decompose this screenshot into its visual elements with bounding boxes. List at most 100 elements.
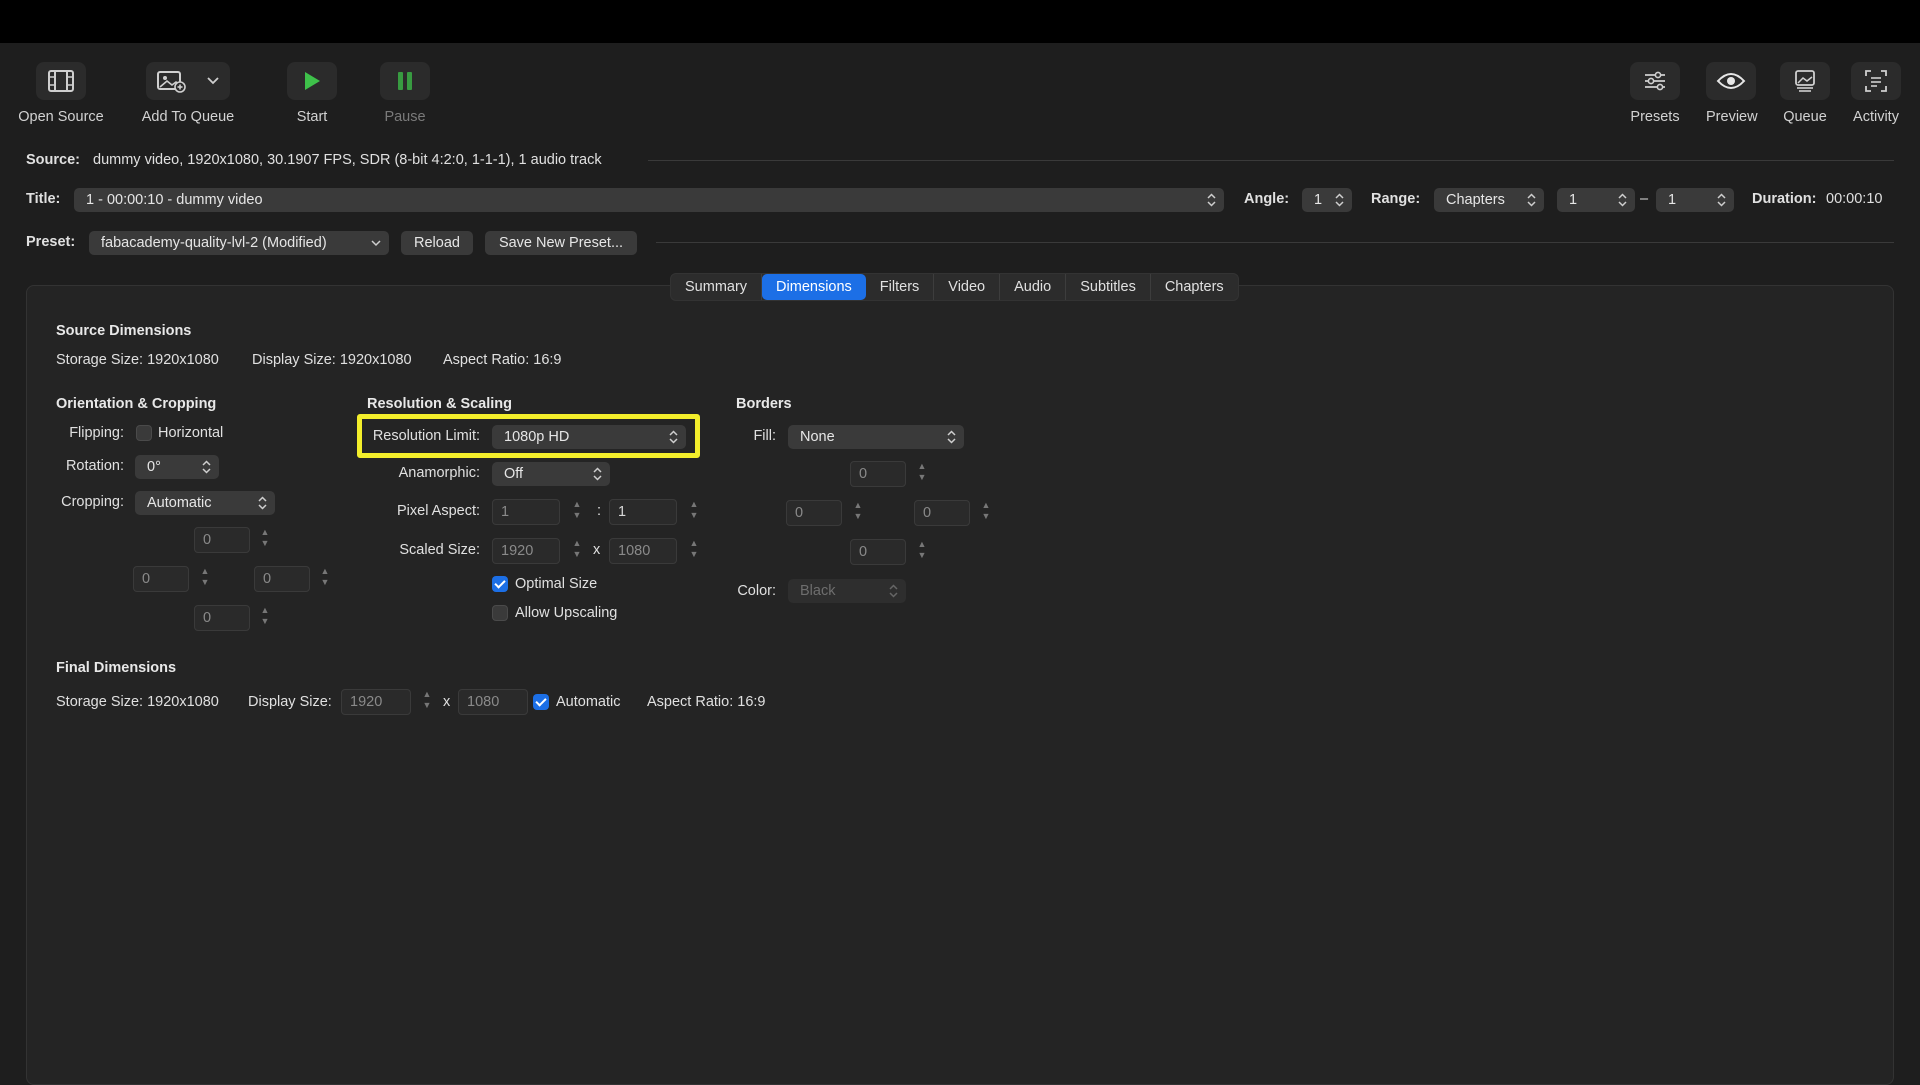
final-aspect-ratio: Aspect Ratio: 16:9 — [647, 694, 766, 710]
chevron-down-icon — [371, 231, 381, 255]
border-color-select[interactable]: Black — [788, 579, 906, 603]
range-type-value: Chapters — [1446, 192, 1505, 208]
fill-label: Fill: — [753, 428, 776, 444]
presets-button[interactable]: Presets — [1630, 62, 1680, 125]
crop-top-stepper[interactable]: ▲ ▼ — [258, 527, 272, 553]
range-dash: – — [1640, 191, 1649, 207]
border-top-field[interactable]: 0 — [850, 461, 906, 487]
border-bottom-field[interactable]: 0 — [850, 539, 906, 565]
scaled-height-stepper[interactable]: ▲ ▼ — [687, 538, 701, 564]
tab-subtitles[interactable]: Subtitles — [1066, 274, 1151, 300]
display-width-field[interactable]: 1920 — [341, 689, 411, 715]
updown-chevron-icon — [202, 455, 211, 479]
updown-chevron-icon — [1717, 188, 1726, 212]
automatic-label: Automatic — [556, 694, 621, 710]
preview-button[interactable]: Preview — [1706, 62, 1758, 125]
fill-select-value: None — [800, 429, 835, 445]
source-aspect-ratio: Aspect Ratio: 16:9 — [443, 352, 562, 368]
source-display-size: Display Size: 1920x1080 — [252, 352, 412, 368]
pause-button[interactable]: Pause — [380, 62, 430, 125]
preview-label: Preview — [1706, 109, 1758, 125]
crop-bottom-stepper[interactable]: ▲ ▼ — [258, 605, 272, 631]
pixel-aspect-height-field[interactable]: 1 — [609, 499, 677, 525]
angle-select[interactable]: 1 — [1302, 188, 1352, 212]
activity-button[interactable]: Activity — [1851, 62, 1901, 125]
tab-bar: Summary Dimensions Filters Video Audio S… — [670, 273, 1239, 301]
scaled-height-field[interactable]: 1080 — [609, 538, 677, 564]
fill-select[interactable]: None — [788, 425, 964, 449]
crop-left-stepper[interactable]: ▲ ▼ — [198, 566, 212, 592]
horizontal-flip-checkbox[interactable] — [136, 425, 152, 441]
pixel-aspect-width-stepper[interactable]: ▲ ▼ — [570, 499, 584, 525]
crop-right-field[interactable]: 0 — [254, 566, 310, 592]
add-to-queue-button[interactable]: Add To Queue — [138, 62, 238, 125]
dimensions-panel — [26, 285, 1894, 1085]
pixel-aspect-width-field[interactable]: 1 — [492, 499, 560, 525]
display-size-separator: x — [443, 694, 451, 710]
tab-audio[interactable]: Audio — [1000, 274, 1067, 300]
border-right-field[interactable]: 0 — [914, 500, 970, 526]
eye-icon — [1706, 62, 1756, 100]
automatic-checkbox[interactable] — [533, 694, 549, 710]
pixel-aspect-separator: : — [597, 503, 602, 519]
preset-select[interactable]: fabacademy-quality-lvl-2 (Modified) — [89, 231, 389, 255]
crop-left-field[interactable]: 0 — [133, 566, 189, 592]
border-color-value: Black — [800, 583, 836, 599]
pixel-aspect-label: Pixel Aspect: — [396, 503, 480, 519]
crop-bottom-field[interactable]: 0 — [194, 605, 250, 631]
range-type-select[interactable]: Chapters — [1434, 188, 1544, 212]
reload-button[interactable]: Reload — [401, 231, 473, 255]
range-start-value: 1 — [1569, 192, 1578, 208]
allow-upscaling-checkbox[interactable] — [492, 605, 508, 621]
anamorphic-label: Anamorphic: — [398, 465, 480, 481]
title-select[interactable]: 1 - 00:00:10 - dummy video — [74, 188, 1224, 212]
play-icon — [287, 62, 337, 100]
angle-label: Angle: — [1244, 191, 1290, 207]
tab-filters[interactable]: Filters — [866, 274, 935, 300]
border-left-field[interactable]: 0 — [786, 500, 842, 526]
pause-icon — [380, 62, 430, 100]
open-source-button[interactable]: Open Source — [14, 62, 108, 125]
crop-top-field[interactable]: 0 — [194, 527, 250, 553]
updown-chevron-icon — [258, 491, 267, 515]
tab-chapters[interactable]: Chapters — [1151, 274, 1238, 300]
tab-video[interactable]: Video — [934, 274, 1001, 300]
updown-chevron-icon — [947, 425, 956, 449]
border-bottom-stepper[interactable]: ▲ ▼ — [915, 539, 929, 565]
updown-chevron-icon — [1207, 188, 1216, 212]
border-top-stepper[interactable]: ▲ ▼ — [915, 461, 929, 487]
film-icon — [36, 62, 86, 100]
title-label: Title: — [26, 191, 61, 207]
source-value: dummy video, 1920x1080, 30.1907 FPS, SDR… — [93, 152, 602, 168]
updown-chevron-icon — [1527, 188, 1536, 212]
save-new-preset-button[interactable]: Save New Preset... — [485, 231, 637, 255]
border-left-stepper[interactable]: ▲ ▼ — [851, 500, 865, 526]
anamorphic-select[interactable]: Off — [492, 462, 610, 486]
crop-right-stepper[interactable]: ▲ ▼ — [318, 566, 332, 592]
cropping-select[interactable]: Automatic — [135, 491, 275, 515]
scaled-size-label: Scaled Size: — [399, 542, 480, 558]
preset-label: Preset: — [26, 234, 76, 250]
range-label: Range: — [1371, 191, 1421, 207]
pixel-aspect-height-stepper[interactable]: ▲ ▼ — [687, 499, 701, 525]
optimal-size-checkbox[interactable] — [492, 576, 508, 592]
range-end-select[interactable]: 1 — [1656, 188, 1734, 212]
updown-chevron-icon — [1335, 188, 1344, 212]
updown-chevron-icon — [889, 579, 898, 603]
display-height-field[interactable]: 1080 — [458, 689, 528, 715]
tab-summary[interactable]: Summary — [671, 274, 763, 300]
range-start-select[interactable]: 1 — [1557, 188, 1635, 212]
preset-divider — [656, 242, 1894, 243]
queue-icon — [1780, 62, 1830, 100]
display-width-stepper[interactable]: ▲ ▼ — [420, 689, 434, 715]
tab-dimensions[interactable]: Dimensions — [762, 274, 866, 300]
optimal-size-label: Optimal Size — [515, 576, 598, 592]
border-right-stepper[interactable]: ▲ ▼ — [979, 500, 993, 526]
preset-select-value: fabacademy-quality-lvl-2 (Modified) — [101, 235, 327, 251]
rotation-select[interactable]: 0° — [135, 455, 219, 479]
scaled-width-stepper[interactable]: ▲ ▼ — [570, 538, 584, 564]
scaled-width-field[interactable]: 1920 — [492, 538, 560, 564]
queue-button[interactable]: Queue — [1780, 62, 1830, 125]
start-button[interactable]: Start — [287, 62, 337, 125]
sliders-icon — [1630, 62, 1680, 100]
